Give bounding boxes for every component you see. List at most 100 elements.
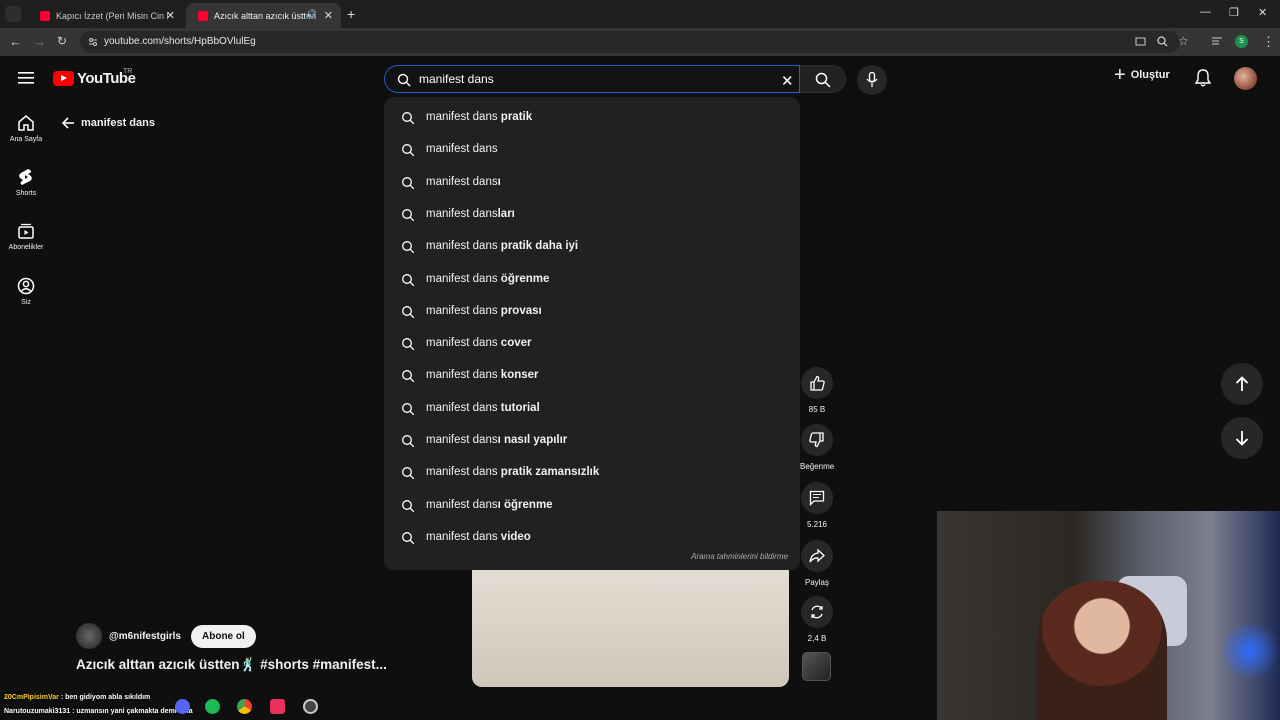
comments-action[interactable]: 5.216 xyxy=(800,482,834,529)
browser-tab-2[interactable]: Azıcık alttan azıcık üstten 🔊 ✕ xyxy=(186,3,341,28)
discord-taskbar-icon[interactable] xyxy=(175,699,190,714)
sidebar-item-label: Siz xyxy=(21,299,31,306)
browser-menu-icon[interactable]: ⋮ xyxy=(1262,34,1275,50)
sidebar-item-shorts[interactable]: Shorts xyxy=(0,168,52,197)
remix-action[interactable]: 2,4 B xyxy=(800,596,834,643)
close-tab-icon[interactable]: ✕ xyxy=(324,9,333,22)
cast-icon[interactable] xyxy=(1135,36,1146,47)
window-close-icon[interactable]: ✕ xyxy=(1258,6,1267,19)
sidebar-item-label: Abonelikler xyxy=(8,244,44,251)
tab-search-button[interactable] xyxy=(5,6,21,22)
short-title[interactable]: Azıcık alttan azıcık üstten🕺🏻 #shorts #m… xyxy=(76,657,387,673)
like-action[interactable]: 85 B xyxy=(800,367,834,414)
notifications-bell-icon[interactable] xyxy=(1195,69,1211,87)
search-icon xyxy=(402,531,415,545)
browser-tab-1[interactable]: Kapıcı İzzet (Peri Misin Cin Misin ✕ xyxy=(28,3,183,28)
suggestion-query: manifest dans xyxy=(426,530,501,543)
search-icon xyxy=(402,273,415,286)
youtube-favicon-icon xyxy=(40,10,50,21)
suggestion-item[interactable]: manifest dans konser xyxy=(384,360,800,392)
minimize-icon[interactable]: — xyxy=(1200,6,1211,18)
dislike-label: Beğenme xyxy=(800,462,835,471)
suggestion-item[interactable]: manifest dans pratik zamansızlık xyxy=(384,457,800,489)
suggestion-item[interactable]: manifest dans provası xyxy=(384,296,800,328)
sidebar-item-subscriptions[interactable]: Abonelikler xyxy=(0,222,52,251)
menu-hamburger-icon[interactable] xyxy=(18,71,34,85)
channel-name[interactable]: @m6nifestgirls xyxy=(109,631,181,642)
search-suggestions-dropdown: Arama tahminlerini bildirme manifest dan… xyxy=(384,97,800,570)
country-code: TR xyxy=(123,68,133,75)
close-tab-icon[interactable]: ✕ xyxy=(166,9,175,22)
back-icon[interactable]: ← xyxy=(9,34,22,49)
suggestion-item[interactable]: manifest dans tutorial xyxy=(384,393,800,425)
sidebar-item-you[interactable]: Siz xyxy=(0,277,52,306)
search-icon xyxy=(402,305,415,319)
suggestion-item[interactable]: manifest dansları xyxy=(384,199,800,231)
search-input[interactable] xyxy=(419,72,759,86)
browser-profile-avatar[interactable]: S xyxy=(1235,35,1248,48)
account-avatar[interactable] xyxy=(1234,67,1257,90)
bookmark-star-icon[interactable]: ☆ xyxy=(1178,34,1189,48)
search-icon xyxy=(402,370,415,383)
suggestion-item[interactable]: manifest dans xyxy=(384,134,800,166)
suggestion-query: manifest dans xyxy=(426,337,501,350)
audio-playing-icon[interactable]: 🔊 xyxy=(306,9,317,20)
subscribe-button[interactable]: Abone ol xyxy=(191,624,256,648)
share-action[interactable]: Paylaş xyxy=(800,540,834,587)
suggestion-item[interactable]: manifest dansı öğrenme xyxy=(384,490,800,522)
arrow-down-icon xyxy=(1235,431,1249,446)
search-button[interactable] xyxy=(800,65,846,93)
shorts-icon xyxy=(19,169,32,185)
like-count: 85 B xyxy=(808,405,826,414)
suggestion-item[interactable]: manifest dans pratik xyxy=(384,102,800,134)
suggestion-item[interactable]: manifest dans cover xyxy=(384,328,800,360)
spotify-taskbar-icon[interactable] xyxy=(205,699,220,714)
back-to-results[interactable]: manifest dans xyxy=(61,116,155,130)
sidebar-item-home[interactable]: Ana Sayfa xyxy=(0,114,52,143)
new-tab-icon[interactable]: + xyxy=(347,6,355,22)
suggestion-query: manifest dans xyxy=(426,369,501,382)
search-icon xyxy=(402,467,415,480)
restore-icon[interactable]: ❐ xyxy=(1229,6,1239,19)
suggestion-item[interactable]: manifest dansı nasıl yapılır xyxy=(384,425,800,457)
suggestion-item[interactable]: manifest dansı xyxy=(384,167,800,199)
suggestion-item[interactable]: manifest dans video xyxy=(384,522,800,554)
create-button[interactable]: + Oluştur xyxy=(1114,65,1170,85)
suggestion-item[interactable]: manifest dans öğrenme xyxy=(384,264,800,296)
previous-short-button[interactable] xyxy=(1221,363,1263,405)
home-icon xyxy=(18,115,34,131)
microphone-icon xyxy=(866,72,878,87)
suggestion-completion: pratik zamansızlık xyxy=(500,466,600,479)
dislike-action[interactable]: Beğenme xyxy=(800,424,834,471)
suggestion-text: manifest dansı xyxy=(426,176,501,188)
suggestion-item[interactable]: manifest dans pratik daha iyi xyxy=(384,231,800,263)
reading-list-icon[interactable] xyxy=(1211,35,1223,47)
suggestion-text: manifest dans cover xyxy=(426,337,531,349)
channel-avatar[interactable] xyxy=(76,623,102,649)
chat-text: : ben gidiyom abla sıkıldım xyxy=(58,694,151,701)
suggestion-text: manifest dans xyxy=(426,143,498,155)
short-video-player[interactable] xyxy=(472,568,789,687)
site-info-icon[interactable] xyxy=(88,37,98,47)
address-bar[interactable]: youtube.com/shorts/HpBbOVlulEg ☆ xyxy=(80,31,1189,53)
zoom-icon[interactable] xyxy=(1157,36,1168,47)
suggestion-text: manifest dans pratik zamansızlık xyxy=(426,466,599,478)
chat-text: : uzmansın yani çakmakta demi abla xyxy=(70,708,193,715)
suggestion-query: manifest dans xyxy=(426,401,501,414)
suggestion-completion: video xyxy=(500,530,531,543)
suggestion-completion: ı nasıl yapılır xyxy=(497,434,568,446)
app-taskbar-icon[interactable] xyxy=(270,699,285,714)
obs-taskbar-icon[interactable] xyxy=(303,699,318,714)
forward-icon[interactable]: → xyxy=(33,34,46,49)
reload-icon[interactable]: ↻ xyxy=(57,34,67,48)
chrome-taskbar-icon[interactable] xyxy=(237,699,252,714)
next-short-button[interactable] xyxy=(1221,417,1263,459)
search-box[interactable]: ✕ xyxy=(384,65,800,93)
search-icon xyxy=(402,241,415,254)
sidebar-item-label: Shorts xyxy=(15,190,37,197)
sound-thumbnail[interactable] xyxy=(802,652,831,681)
suggestion-text: manifest dans provası xyxy=(426,305,542,317)
arrow-left-icon xyxy=(61,117,74,129)
voice-search-button[interactable] xyxy=(857,65,887,95)
clear-search-icon[interactable]: ✕ xyxy=(781,72,794,90)
